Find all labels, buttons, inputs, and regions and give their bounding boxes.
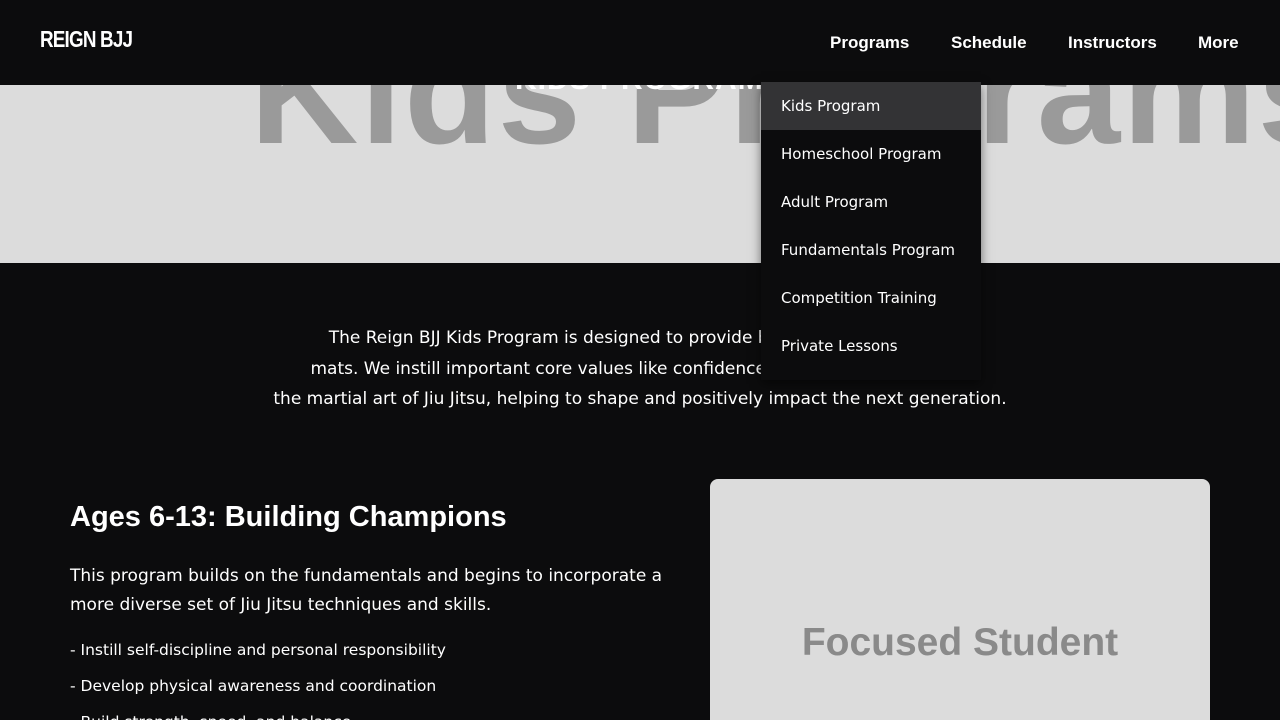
menu-item-competition-training[interactable]: Competition Training [761,274,981,322]
menu-item-homeschool-program[interactable]: Homeschool Program [761,130,981,178]
site-logo[interactable]: REIGN BJJ [40,26,133,53]
benefits-list: - Instill self-discipline and personal r… [70,637,446,720]
nav-programs[interactable]: Programs [830,33,909,53]
list-item: - Build strength, speed, and balance [70,709,446,720]
site-header: REIGN BJJ Programs Schedule Instructors … [0,0,1280,85]
hero-overlay-title: KIDS PROGRAMS [515,85,785,97]
student-image-placeholder: Focused Student [710,479,1210,720]
nav-instructors[interactable]: Instructors [1068,33,1157,53]
programs-dropdown-menu: Kids Program Homeschool Program Adult Pr… [761,82,981,380]
menu-item-private-lessons[interactable]: Private Lessons [761,322,981,370]
nav-schedule[interactable]: Schedule [951,33,1027,53]
section-description: This program builds on the fundamentals … [70,566,663,615]
section-title: Ages 6-13: Building Champions [70,501,507,533]
menu-item-kids-program[interactable]: Kids Program [761,82,981,130]
hero-banner: Kids Programs KIDS PROGRAMS [0,85,1280,263]
image-placeholder-label: Focused Student [801,621,1119,664]
menu-item-adult-program[interactable]: Adult Program [761,178,981,226]
nav-more[interactable]: More [1198,33,1239,53]
intro-line-3: the martial art of Jiu Jitsu, helping to… [273,389,1007,409]
menu-item-fundamentals-program[interactable]: Fundamentals Program [761,226,981,274]
list-item: - Instill self-discipline and personal r… [70,641,446,659]
list-item: - Develop physical awareness and coordin… [70,677,437,695]
